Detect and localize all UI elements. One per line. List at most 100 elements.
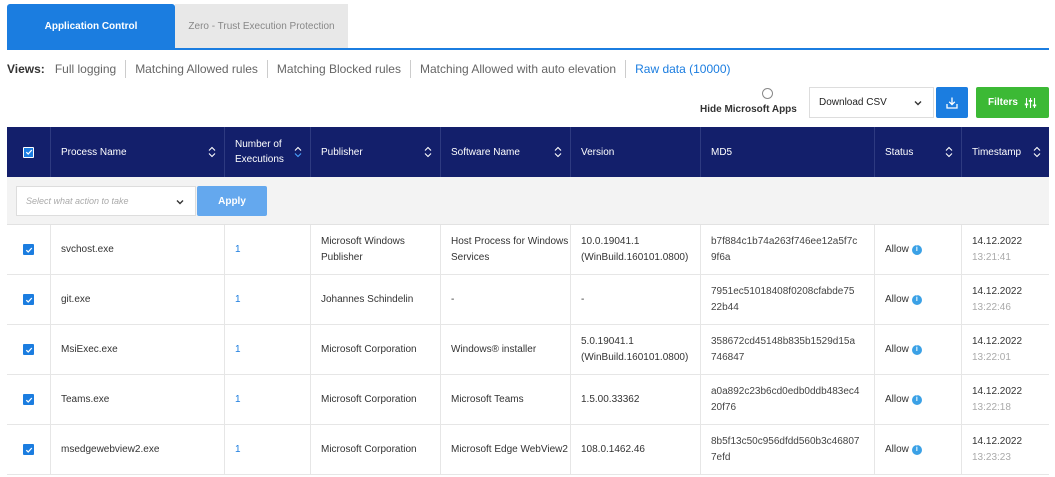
timestamp-cell: 14.12.2022 13:22:01 bbox=[962, 325, 1049, 374]
header-timestamp-label: Timestamp bbox=[972, 146, 1022, 158]
status-cell: Allow i bbox=[875, 325, 962, 374]
row-select-cell bbox=[7, 425, 51, 474]
table-row[interactable]: Teams.exe 1 Microsoft Corporation Micros… bbox=[7, 375, 1049, 425]
software-name-cell: Microsoft Teams bbox=[441, 375, 571, 424]
header-publisher-label: Publisher bbox=[321, 146, 363, 158]
apply-button[interactable]: Apply bbox=[197, 186, 267, 216]
header-timestamp[interactable]: Timestamp bbox=[962, 127, 1049, 177]
view-matching-allowed-auto-elevation[interactable]: Matching Allowed with auto elevation bbox=[409, 60, 625, 78]
timestamp-time: 13:22:18 bbox=[972, 401, 1011, 413]
row-checkbox[interactable] bbox=[23, 294, 34, 305]
process-name-cell: svchost.exe bbox=[51, 225, 225, 274]
executions-link[interactable]: 1 bbox=[225, 225, 311, 274]
executions-link[interactable]: 1 bbox=[225, 275, 311, 324]
table-header: Process Name Number of Executions Publis… bbox=[7, 127, 1049, 177]
filters-button[interactable]: Filters bbox=[976, 87, 1049, 118]
header-version-label: Version bbox=[581, 146, 615, 158]
download-button[interactable] bbox=[936, 87, 968, 118]
view-raw-data[interactable]: Raw data (10000) bbox=[625, 60, 739, 78]
download-format-value: Download CSV bbox=[819, 97, 887, 108]
header-software-name[interactable]: Software Name bbox=[441, 127, 571, 177]
executions-link[interactable]: 1 bbox=[225, 325, 311, 374]
header-status[interactable]: Status bbox=[875, 127, 962, 177]
info-icon[interactable]: i bbox=[911, 394, 922, 405]
version-cell: 1.5.00.33362 bbox=[571, 375, 701, 424]
row-checkbox[interactable] bbox=[23, 244, 34, 255]
table-row[interactable]: MsiExec.exe 1 Microsoft Corporation Wind… bbox=[7, 325, 1049, 375]
publisher-cell: Microsoft Corporation bbox=[311, 425, 441, 474]
info-icon[interactable]: i bbox=[911, 294, 922, 305]
timestamp-date: 14.12.2022 bbox=[972, 435, 1023, 447]
sort-icon bbox=[1033, 146, 1041, 158]
select-all-checkbox[interactable] bbox=[23, 146, 34, 158]
tab-application-control[interactable]: Application Control bbox=[7, 4, 175, 49]
process-name-cell: git.exe bbox=[51, 275, 225, 324]
executions-link[interactable]: 1 bbox=[225, 425, 311, 474]
header-version: Version bbox=[571, 127, 701, 177]
info-icon[interactable]: i bbox=[911, 344, 922, 355]
timestamp-time: 13:23:23 bbox=[972, 451, 1011, 463]
header-number-of-executions[interactable]: Number of Executions bbox=[225, 127, 311, 177]
software-name-cell: Windows® installer bbox=[441, 325, 571, 374]
view-matching-allowed-rules[interactable]: Matching Allowed rules bbox=[125, 60, 267, 78]
download-format-select[interactable]: Download CSV bbox=[809, 87, 934, 118]
view-matching-blocked-rules[interactable]: Matching Blocked rules bbox=[266, 60, 410, 78]
header-md5-label: MD5 bbox=[711, 146, 733, 158]
tab-underline bbox=[7, 48, 1049, 50]
process-name-cell: Teams.exe bbox=[51, 375, 225, 424]
check-icon bbox=[25, 297, 32, 303]
header-executions-label-line2: Executions bbox=[235, 154, 284, 165]
check-icon bbox=[25, 447, 32, 453]
timestamp-date: 14.12.2022 bbox=[972, 285, 1023, 297]
table-row[interactable]: git.exe 1 Johannes Schindelin - - 7951ec… bbox=[7, 275, 1049, 325]
bulk-action-placeholder: Select what action to take bbox=[26, 196, 129, 206]
publisher-cell: Johannes Schindelin bbox=[311, 275, 441, 324]
publisher-cell: Microsoft Windows Publisher bbox=[311, 225, 441, 274]
timestamp-date: 14.12.2022 bbox=[972, 335, 1023, 347]
check-icon bbox=[25, 347, 32, 353]
download-icon bbox=[946, 97, 958, 109]
publisher-cell: Microsoft Corporation bbox=[311, 325, 441, 374]
header-publisher[interactable]: Publisher bbox=[311, 127, 441, 177]
sort-icon bbox=[208, 146, 216, 158]
views-label: Views: bbox=[7, 62, 45, 76]
md5-cell: 8b5f13c50c956dfdd560b3c468077efd bbox=[701, 425, 875, 474]
timestamp-cell: 14.12.2022 13:22:18 bbox=[962, 375, 1049, 424]
sort-icon bbox=[945, 146, 953, 158]
info-icon[interactable]: i bbox=[911, 444, 922, 455]
header-process-name[interactable]: Process Name bbox=[51, 127, 225, 177]
sort-icon bbox=[424, 146, 432, 158]
bulk-action-select[interactable]: Select what action to take bbox=[16, 186, 196, 216]
header-executions-label-line1: Number of bbox=[235, 139, 282, 150]
row-select-cell bbox=[7, 225, 51, 274]
timestamp-date: 14.12.2022 bbox=[972, 385, 1023, 397]
md5-cell: b7f884c1b74a263f746ee12a5f7c9f6a bbox=[701, 225, 875, 274]
row-checkbox[interactable] bbox=[23, 394, 34, 405]
view-full-logging[interactable]: Full logging bbox=[55, 60, 125, 78]
hide-microsoft-apps-label: Hide Microsoft Apps bbox=[700, 104, 797, 115]
check-icon bbox=[25, 149, 32, 155]
header-select-all-cell bbox=[7, 127, 51, 177]
md5-cell: a0a892c23b6cd0edb0ddb483ec420f76 bbox=[701, 375, 875, 424]
hide-microsoft-apps-radio[interactable] bbox=[762, 88, 773, 99]
header-md5: MD5 bbox=[701, 127, 875, 177]
views-bar: Views: Full logging Matching Allowed rul… bbox=[7, 60, 740, 78]
table-row[interactable]: msedgewebview2.exe 1 Microsoft Corporati… bbox=[7, 425, 1049, 475]
sliders-icon bbox=[1024, 97, 1037, 108]
check-icon bbox=[25, 247, 32, 253]
table-row[interactable]: svchost.exe 1 Microsoft Windows Publishe… bbox=[7, 225, 1049, 275]
sort-icon bbox=[554, 146, 562, 158]
bulk-action-row: Select what action to take Apply bbox=[7, 177, 1049, 225]
tab-bar: Application Control Zero - Trust Executi… bbox=[7, 4, 348, 49]
executions-link[interactable]: 1 bbox=[225, 375, 311, 424]
sort-icon bbox=[294, 146, 302, 158]
status-text: Allow bbox=[885, 443, 909, 455]
timestamp-time: 13:21:41 bbox=[972, 251, 1011, 263]
check-icon bbox=[25, 397, 32, 403]
row-checkbox[interactable] bbox=[23, 344, 34, 355]
info-icon[interactable]: i bbox=[911, 244, 922, 255]
version-cell: 108.0.1462.46 bbox=[571, 425, 701, 474]
timestamp-date: 14.12.2022 bbox=[972, 235, 1023, 247]
row-checkbox[interactable] bbox=[23, 444, 34, 455]
tab-zero-trust-execution-protection[interactable]: Zero - Trust Execution Protection bbox=[175, 4, 348, 49]
